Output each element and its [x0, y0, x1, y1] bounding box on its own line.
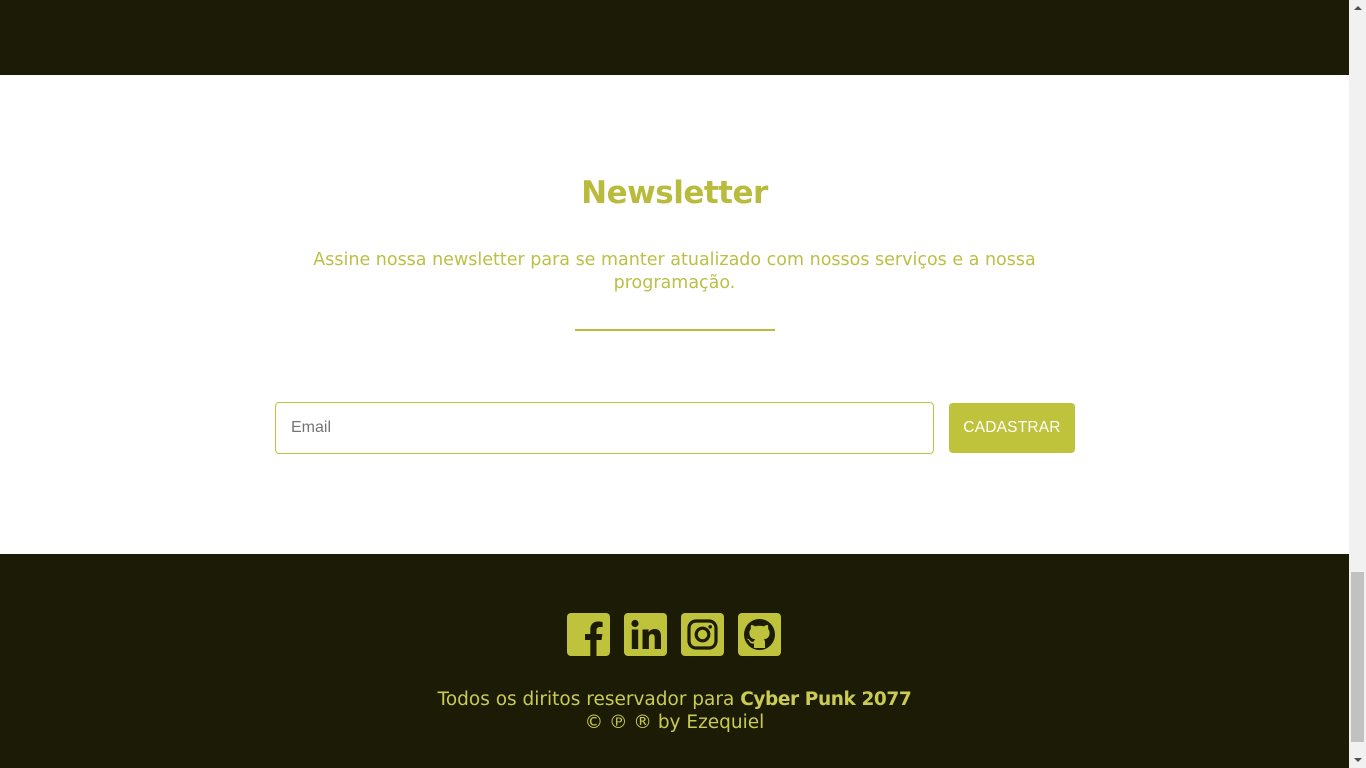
scroll-up-arrow-icon[interactable] — [1349, 0, 1366, 17]
credit-line: © ℗ ® by Ezequiel — [584, 712, 765, 733]
rights-line: Todos os diritos reservador para Cyber P… — [0, 688, 1349, 711]
email-input[interactable] — [275, 402, 934, 454]
newsletter-divider — [575, 329, 775, 331]
footer: Todos os diritos reservador para Cyber P… — [0, 554, 1349, 768]
vertical-scrollbar[interactable] — [1349, 0, 1366, 768]
newsletter-form: CADASTRAR — [275, 402, 1075, 454]
rights-text: Todos os diritos reservador para — [437, 689, 741, 710]
scrollbar-thumb[interactable] — [1351, 572, 1364, 742]
subscribe-button[interactable]: CADASTRAR — [949, 403, 1075, 453]
social-links — [567, 613, 782, 656]
brand-name: Cyber Punk 2077 — [740, 689, 912, 710]
github-icon[interactable] — [738, 613, 781, 656]
instagram-icon[interactable] — [681, 613, 724, 656]
top-section-background — [0, 0, 1349, 75]
newsletter-title: Newsletter — [581, 175, 768, 211]
linkedin-icon[interactable] — [624, 613, 667, 656]
newsletter-section: Newsletter Assine nossa newsletter para … — [0, 75, 1349, 554]
facebook-icon[interactable] — [567, 613, 610, 656]
footer-copyright: Todos os diritos reservador para Cyber P… — [0, 688, 1349, 734]
page: Newsletter Assine nossa newsletter para … — [0, 0, 1366, 768]
scroll-down-arrow-icon[interactable] — [1349, 751, 1366, 768]
newsletter-description: Assine nossa newsletter para se manter a… — [313, 250, 1036, 293]
